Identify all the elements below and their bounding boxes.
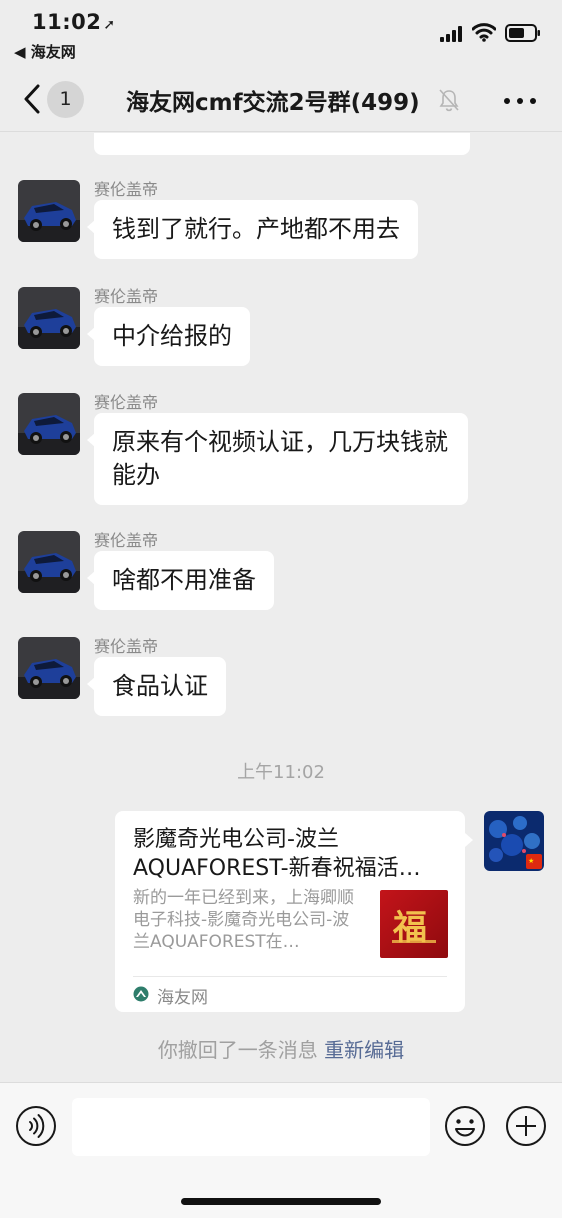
my-avatar[interactable]: ★	[484, 811, 544, 871]
sender-name: 赛伦盖帝	[94, 637, 159, 656]
message-bubble-partial	[94, 133, 470, 155]
message-bubble[interactable]: 钱到了就行。产地都不用去	[87, 200, 418, 259]
wifi-icon	[472, 23, 496, 42]
message-bubble[interactable]: 食品认证	[87, 657, 226, 716]
recall-notice: 你撤回了一条消息 重新编辑	[0, 1034, 562, 1063]
coral-avatar-image: ★	[484, 811, 544, 871]
reedit-link[interactable]: 重新编辑	[324, 1038, 404, 1062]
status-bar: 11:02 ➚ ◀ 海友网	[0, 0, 562, 66]
link-card-title-line2: AQUAFOREST-新春祝福活…	[133, 856, 421, 881]
link-card[interactable]: 影魔奇光电公司-波兰 AQUAFOREST-新春祝福活… 新的一年已经到来，上海…	[115, 811, 473, 1012]
thumbnail-decoration	[392, 940, 436, 943]
chat-screen: 11:02 ➚ ◀ 海友网 1 海友网cmf交流2号群(499) 赛伦盖帝 钱到…	[0, 0, 562, 1218]
emoji-icon[interactable]	[444, 1105, 486, 1147]
sender-name: 赛伦盖帝	[94, 180, 159, 199]
chevron-left-icon[interactable]	[18, 82, 48, 116]
message-bubble[interactable]: 原来有个视频认证，几万块钱就能办	[87, 413, 468, 505]
link-card-title-line1: 影魔奇光电公司-波兰	[133, 827, 339, 852]
avatar[interactable]	[18, 531, 80, 593]
chat-header: 1 海友网cmf交流2号群(499)	[0, 66, 562, 132]
message-bubble[interactable]: 啥都不用准备	[87, 551, 274, 610]
message-input[interactable]	[72, 1098, 430, 1156]
sender-name: 赛伦盖帝	[94, 393, 159, 412]
link-card-source: 海友网	[157, 988, 208, 1008]
car-avatar-image	[18, 531, 80, 593]
cellular-signal-icon	[440, 26, 462, 42]
avatar[interactable]	[18, 637, 80, 699]
haiyou-logo-icon	[133, 986, 149, 1002]
link-card-description: 新的一年已经到来，上海卿顺电子科技-影魔奇光电公司-波兰AQUAFOREST在…	[133, 888, 354, 952]
link-card-thumbnail: 福	[380, 890, 448, 958]
back-to-app-link[interactable]: ◀ 海友网	[14, 41, 76, 62]
chat-title: 海友网cmf交流2号群(499)	[126, 90, 420, 116]
sender-name: 赛伦盖帝	[94, 531, 159, 550]
status-time: 11:02 ➚	[32, 10, 116, 34]
message-bubble[interactable]: 中介给报的	[87, 307, 250, 366]
car-avatar-image	[18, 393, 80, 455]
car-avatar-image	[18, 180, 80, 242]
home-indicator[interactable]	[181, 1198, 381, 1205]
message-timestamp: 上午11:02	[237, 762, 325, 783]
link-card-divider	[133, 976, 447, 977]
svg-text:★: ★	[528, 857, 534, 865]
time-text: 11:02	[32, 10, 102, 34]
battery-icon	[505, 24, 540, 42]
avatar[interactable]	[18, 180, 80, 242]
unread-count-badge[interactable]: 1	[47, 81, 84, 118]
recall-text: 你撤回了一条消息	[157, 1038, 318, 1062]
car-avatar-image	[18, 637, 80, 699]
plus-icon[interactable]	[505, 1105, 547, 1147]
sender-name: 赛伦盖帝	[94, 287, 159, 306]
bell-off-icon	[439, 89, 459, 112]
car-avatar-image	[18, 287, 80, 349]
voice-icon[interactable]	[15, 1105, 57, 1147]
link-card-title: 影魔奇光电公司-波兰 AQUAFOREST-新春祝福活…	[133, 825, 451, 883]
location-arrow-icon: ➚	[103, 17, 116, 33]
avatar[interactable]	[18, 287, 80, 349]
more-dots-icon[interactable]	[503, 91, 537, 111]
avatar[interactable]	[18, 393, 80, 455]
